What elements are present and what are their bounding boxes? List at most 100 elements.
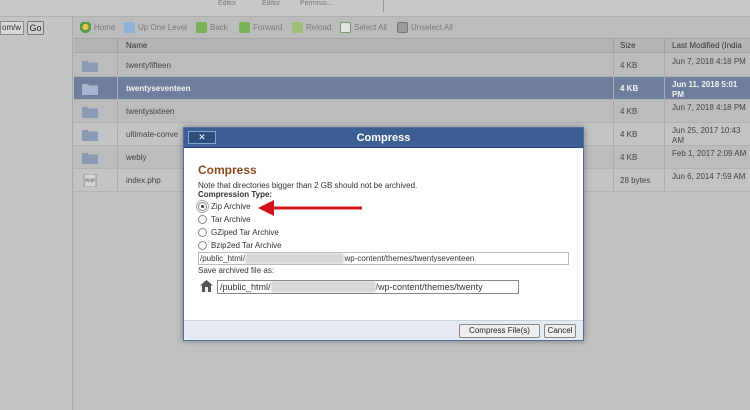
- option-label: GZiped Tar Archive: [211, 228, 279, 237]
- dest-path-suffix: /wp-content/themes/twenty: [375, 282, 483, 292]
- top-toolbar: Editor Editor Permissi...: [0, 0, 750, 17]
- folder-icon: [82, 130, 98, 141]
- red-arrow-icon: [258, 200, 362, 216]
- reload-button[interactable]: Reload: [292, 21, 331, 34]
- source-path-field: /public_html/xxxxxxxxxxxxxxxxxxxx.com/wp…: [198, 252, 569, 265]
- column-divider: [613, 77, 614, 100]
- file-size: 4 KB: [620, 84, 639, 93]
- file-modified: Jun 7, 2018 4:18 PM: [672, 103, 746, 112]
- back-arrow-icon: [196, 22, 207, 33]
- table-row-selected[interactable]: twentyseventeen 4 KB Jun 11, 2018 5:01 P…: [74, 77, 750, 100]
- zip-archive-option[interactable]: Zip Archive: [196, 200, 251, 213]
- path-input[interactable]: om/w: [0, 21, 24, 35]
- file-name: twentyseventeen: [126, 84, 191, 93]
- column-divider: [117, 146, 118, 169]
- option-label: Bzip2ed Tar Archive: [211, 241, 282, 250]
- save-as-label: Save archived file as:: [198, 266, 275, 275]
- file-size: 4 KB: [620, 107, 638, 116]
- folder-icon: [82, 84, 98, 95]
- column-divider: [117, 39, 118, 54]
- column-divider: [117, 123, 118, 146]
- radio-selected-icon[interactable]: [196, 200, 209, 213]
- folder-icon: [82, 153, 98, 164]
- php-file-icon: PHP: [83, 174, 97, 187]
- home-button[interactable]: Home: [80, 21, 115, 34]
- size-column-header[interactable]: Size: [620, 41, 636, 50]
- folder-icon: [82, 107, 98, 118]
- select-all-button[interactable]: Select All: [340, 21, 387, 34]
- file-modified: Jun 25, 2017 10:43 AM: [672, 126, 741, 145]
- column-divider: [664, 77, 665, 100]
- size-warning-note: Note that directories bigger than 2 GB s…: [198, 181, 418, 190]
- name-column-header[interactable]: Name: [126, 41, 147, 50]
- redacted-domain: xxxxxxxxxxxxxxxxxxx.com: [270, 281, 376, 293]
- file-name: index.php: [126, 176, 161, 185]
- select-all-label: Select All: [354, 23, 387, 32]
- column-divider: [664, 169, 665, 192]
- up-arrow-icon: [124, 22, 135, 33]
- compress-files-button[interactable]: Compress File(s): [459, 324, 540, 338]
- file-nav-bar: Home Up One Level Back Forward Reload Se…: [74, 17, 750, 38]
- reload-label: Reload: [306, 23, 332, 32]
- column-divider: [117, 100, 118, 123]
- toolbar-editor-label[interactable]: Editor: [218, 0, 236, 7]
- back-button[interactable]: Back: [196, 21, 228, 34]
- dest-path-prefix: /public_html/: [220, 282, 271, 292]
- column-divider: [117, 77, 118, 100]
- file-name: twentyfifteen: [126, 61, 171, 70]
- forward-button[interactable]: Forward: [239, 21, 282, 34]
- up-one-level-button[interactable]: Up One Level: [124, 21, 187, 34]
- column-divider: [613, 123, 614, 146]
- file-modified: Jun 11, 2018 5:01 PM: [672, 80, 738, 99]
- reload-icon: [292, 22, 303, 33]
- dialog-footer: Compress File(s) Cancel: [184, 320, 583, 340]
- file-size: 28 bytes: [620, 176, 651, 185]
- file-modified: Jun 7, 2018 4:18 PM: [672, 57, 746, 66]
- compress-dialog: Compress ✕ Compress Note that directorie…: [183, 127, 584, 341]
- forward-label: Forward: [253, 23, 283, 32]
- table-row[interactable]: twentyfifteen 4 KB Jun 7, 2018 4:18 PM: [74, 54, 750, 77]
- home-label: Home: [94, 23, 116, 32]
- archive-name-input[interactable]: /public_html/xxxxxxxxxxxxxxxxxxx.com/wp-…: [217, 280, 519, 294]
- column-divider: [613, 169, 614, 192]
- column-divider: [664, 146, 665, 169]
- column-divider: [117, 169, 118, 192]
- radio-icon[interactable]: [198, 215, 207, 224]
- tar-archive-option[interactable]: Tar Archive: [198, 214, 251, 225]
- option-label: Zip Archive: [211, 202, 251, 211]
- toolbar-editor2-label[interactable]: Editor: [262, 0, 280, 7]
- go-button[interactable]: Go: [27, 21, 44, 35]
- radio-icon[interactable]: [198, 241, 207, 250]
- file-name: webly: [126, 153, 147, 162]
- file-name: twentysixteen: [126, 107, 175, 116]
- source-path-suffix: wp-content/themes/twentyseventeen: [344, 254, 475, 263]
- dialog-heading: Compress: [198, 163, 257, 177]
- toolbar-permissions-label[interactable]: Permissi...: [300, 0, 333, 7]
- file-modified: Feb 1, 2017 2:09 AM: [672, 149, 747, 158]
- file-size: 4 KB: [620, 61, 638, 70]
- column-divider: [664, 123, 665, 146]
- file-modified: Jun 6, 2014 7:59 AM: [672, 172, 746, 181]
- dialog-body: Compress Note that directories bigger th…: [184, 149, 583, 320]
- column-divider: [117, 54, 118, 77]
- folder-icon: [82, 61, 98, 72]
- table-row[interactable]: twentysixteen 4 KB Jun 7, 2018 4:18 PM: [74, 100, 750, 123]
- modified-column-header[interactable]: Last Modified (India: [672, 41, 742, 50]
- cancel-button[interactable]: Cancel: [544, 324, 576, 338]
- source-path-prefix: /public_html/: [200, 254, 245, 263]
- back-label: Back: [210, 23, 228, 32]
- column-divider: [613, 39, 614, 54]
- bzip2-tar-archive-option[interactable]: Bzip2ed Tar Archive: [198, 240, 282, 251]
- column-divider: [664, 100, 665, 123]
- file-size: 4 KB: [620, 130, 638, 139]
- checkbox-empty-icon: [397, 22, 408, 33]
- toolbar-divider: [383, 0, 384, 12]
- unselect-all-button[interactable]: Unselect All: [397, 21, 453, 34]
- redacted-domain: xxxxxxxxxxxxxxxxxxxx.com/: [244, 253, 345, 264]
- dialog-title-bar: Compress ✕: [184, 128, 583, 148]
- gzip-tar-archive-option[interactable]: GZiped Tar Archive: [198, 227, 279, 238]
- close-button[interactable]: ✕: [188, 131, 216, 144]
- directory-tree-panel: om/w Go: [0, 17, 73, 410]
- radio-icon[interactable]: [198, 228, 207, 237]
- column-divider: [664, 39, 665, 54]
